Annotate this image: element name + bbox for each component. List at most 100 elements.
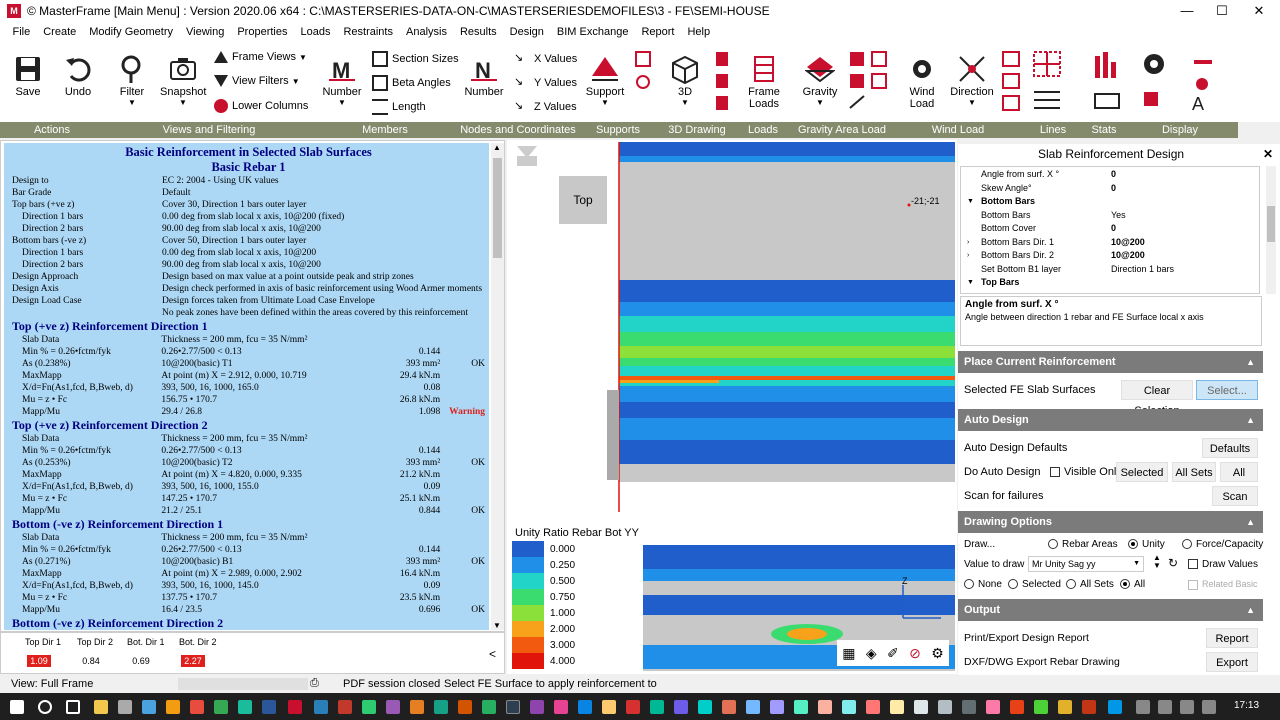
taskbar-app-icon[interactable] xyxy=(362,700,376,714)
taskbar-app-icon[interactable] xyxy=(866,700,880,714)
property-row[interactable]: Bottom Bars Yes xyxy=(961,209,1259,223)
collapse-chevron-icon[interactable]: ▼ xyxy=(967,276,974,290)
property-scroll-thumb[interactable] xyxy=(1267,206,1275,242)
close-button[interactable]: ✕ xyxy=(1236,0,1280,22)
taskbar-app-icon[interactable] xyxy=(482,700,496,714)
z-values-button[interactable]: ↘ Z Values xyxy=(514,99,577,115)
taskbar-app-icon[interactable] xyxy=(626,700,640,714)
menu-loads[interactable]: Loads xyxy=(294,26,337,38)
taskbar-app-icon[interactable] xyxy=(314,700,328,714)
menu-report[interactable]: Report xyxy=(635,26,681,38)
defaults-button[interactable]: Defaults xyxy=(1202,438,1258,458)
collapse-arrow-icon[interactable]: ▲ xyxy=(1246,409,1255,431)
wind-load-button[interactable]: Wind Load xyxy=(902,54,942,110)
measure-icon[interactable]: ✐ xyxy=(887,645,899,662)
property-value[interactable]: 10@200 xyxy=(1111,249,1145,263)
word-icon[interactable] xyxy=(262,700,276,714)
taskbar-app-icon[interactable] xyxy=(1058,700,1072,714)
taskbar-app-icon[interactable] xyxy=(1108,700,1122,714)
menu-properties[interactable]: Properties xyxy=(231,26,294,38)
menu-viewing[interactable]: Viewing xyxy=(180,26,231,38)
property-category[interactable]: ▼ Top Bars xyxy=(961,276,1259,290)
collapse-panel-button[interactable]: < xyxy=(489,647,496,661)
property-value[interactable]: 0 xyxy=(1111,222,1116,236)
related-basic-checkbox[interactable]: Related Basic xyxy=(1188,579,1258,590)
place-reinforcement-header[interactable]: Place Current Reinforcement ▲ xyxy=(958,351,1263,373)
taskbar-app-icon[interactable] xyxy=(914,700,928,714)
taskbar-app-icon[interactable] xyxy=(650,700,664,714)
refresh-icon[interactable]: ↻ xyxy=(1168,556,1178,570)
collapse-chevron-icon[interactable]: ▼ xyxy=(967,195,974,209)
auto-design-header[interactable]: Auto Design ▲ xyxy=(958,409,1263,431)
taskbar-app-icon[interactable] xyxy=(530,700,544,714)
unity-radio[interactable]: Unity xyxy=(1128,539,1165,550)
auto-selected-button[interactable]: Selected xyxy=(1116,462,1168,482)
tray-icon[interactable] xyxy=(1202,700,1216,714)
taskbar-app-icon[interactable] xyxy=(458,700,472,714)
y-values-button[interactable]: ↘ Y Values xyxy=(514,75,577,91)
menu-create[interactable]: Create xyxy=(37,26,83,38)
beta-angles-button[interactable]: Beta Angles xyxy=(372,75,451,91)
property-grid[interactable]: Angle from surf. X ° 0 Skew Angle° 0 ▼ Bottom… xyxy=(960,166,1260,294)
taskbar-app-icon[interactable] xyxy=(962,700,976,714)
menu-restraints[interactable]: Restraints xyxy=(337,26,400,38)
support-button[interactable]: Support ▼ xyxy=(584,54,626,107)
taskbar-app-icon[interactable] xyxy=(554,700,568,714)
task-view-icon[interactable] xyxy=(66,700,80,714)
report-scroll-thumb[interactable] xyxy=(493,158,502,258)
save-button[interactable]: Save xyxy=(10,54,46,98)
taskbar-app-icon[interactable] xyxy=(698,700,712,714)
file-explorer-icon[interactable] xyxy=(94,700,108,714)
expand-chevron-icon[interactable]: › xyxy=(967,236,969,250)
taskbar-app-icon[interactable] xyxy=(722,700,736,714)
stats-tools[interactable] xyxy=(1092,50,1122,115)
taskbar-app-icon[interactable] xyxy=(842,700,856,714)
taskbar-app-icon[interactable] xyxy=(746,700,760,714)
property-value[interactable]: 10@200 xyxy=(1111,236,1145,250)
property-row[interactable]: Angle from surf. X ° 0 xyxy=(961,168,1259,182)
masterframe-icon[interactable] xyxy=(288,700,302,714)
auto-all-button[interactable]: All xyxy=(1220,462,1258,482)
draw-values-checkbox[interactable]: Draw Values xyxy=(1188,559,1258,570)
clear-selection-button[interactable]: Clear Selection xyxy=(1121,380,1193,417)
taskbar-app-icon[interactable] xyxy=(410,700,424,714)
clock[interactable]: 17:13 xyxy=(1234,700,1259,711)
length-button[interactable]: Length xyxy=(372,99,426,115)
rebar-areas-radio[interactable]: Rebar Areas xyxy=(1048,539,1118,550)
taskbar-app-icon[interactable] xyxy=(890,700,904,714)
scroll-up-icon[interactable]: ▲ xyxy=(493,143,501,152)
grid-icon[interactable]: ▦ xyxy=(842,645,855,662)
filter-button[interactable]: Filter ▼ xyxy=(114,54,150,107)
report-button[interactable]: Report xyxy=(1206,628,1258,648)
collapse-arrow-icon[interactable]: ▲ xyxy=(1246,351,1255,373)
3d-tools[interactable] xyxy=(712,50,732,115)
snapshot-button[interactable]: Snapshot ▼ xyxy=(160,54,206,107)
menu-file[interactable]: File xyxy=(6,26,37,38)
none-radio[interactable]: None xyxy=(964,579,1002,590)
property-value[interactable]: 0 xyxy=(1111,182,1116,196)
menu-results[interactable]: Results xyxy=(453,26,503,38)
taskbar-app-icon[interactable] xyxy=(118,700,132,714)
3d-button[interactable]: 3D ▼ xyxy=(670,54,700,107)
x-values-button[interactable]: ↘ X Values xyxy=(514,51,577,67)
layers-icon[interactable]: ◈ xyxy=(866,645,877,662)
search-icon[interactable] xyxy=(38,700,52,714)
tray-icon[interactable] xyxy=(1136,700,1150,714)
property-category[interactable]: ▼ Bottom Bars xyxy=(961,195,1259,209)
model-viewport[interactable]: -21;-21 37 Z Top Unity Ratio Rebar Bot Y… xyxy=(507,140,957,674)
collapse-arrow-icon[interactable]: ▲ xyxy=(1246,599,1255,621)
node-number-button[interactable]: N Number xyxy=(464,54,504,98)
menu-help[interactable]: Help xyxy=(681,26,717,38)
property-row[interactable]: Set Bottom B1 layer Direction 1 bars xyxy=(961,263,1259,277)
node-edit-icons[interactable] xyxy=(632,50,654,113)
all-sets-radio[interactable]: All Sets xyxy=(1066,579,1114,590)
selected-radio[interactable]: Selected xyxy=(1008,579,1061,590)
force-capacity-radio[interactable]: Force/Capacity xyxy=(1182,539,1263,550)
lines-tools[interactable] xyxy=(1030,48,1080,117)
scan-button[interactable]: Scan xyxy=(1212,486,1258,506)
taskbar-app-icon[interactable] xyxy=(1034,700,1048,714)
taskbar-app-icon[interactable] xyxy=(434,700,448,714)
scroll-down-icon[interactable]: ▼ xyxy=(493,621,501,630)
menu-design[interactable]: Design xyxy=(503,26,550,38)
snap-icon[interactable]: ⊘ xyxy=(909,645,921,662)
